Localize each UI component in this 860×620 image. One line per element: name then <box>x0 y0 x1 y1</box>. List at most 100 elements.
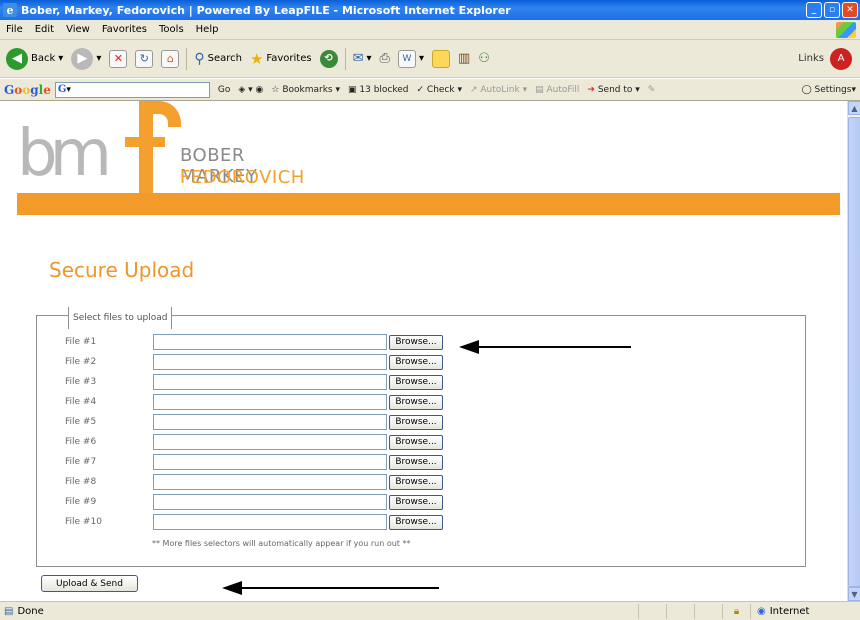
mail-button[interactable]: ✉ ▾ <box>349 44 376 74</box>
vertical-scrollbar[interactable]: ▲ ▼ <box>847 101 860 601</box>
browse-button[interactable]: Browse... <box>389 354 443 370</box>
file-path-input[interactable] <box>153 454 387 470</box>
menu-view[interactable]: View <box>60 24 96 35</box>
file-label: File #2 <box>65 357 97 367</box>
search-icon: ⚲ <box>194 50 205 67</box>
google-go-button[interactable]: Go <box>218 85 230 95</box>
search-button[interactable]: ⚲ Search <box>190 44 246 74</box>
send-arrow-icon: ➜ <box>587 84 598 95</box>
scroll-thumb[interactable] <box>848 117 860 587</box>
fieldset-legend: Select files to upload <box>68 307 173 329</box>
zone-label: Internet <box>769 605 810 617</box>
chevron-down-icon: ▾ <box>58 53 64 64</box>
file-path-input[interactable] <box>153 474 387 490</box>
file-path-input[interactable] <box>153 334 387 350</box>
back-button[interactable]: ◀ Back ▾ <box>2 44 67 74</box>
research-button[interactable]: ▥ <box>454 44 474 74</box>
star-outline-icon: ☆ <box>271 84 283 95</box>
autofill-button[interactable]: ▤ AutoFill <box>535 85 579 95</box>
discuss-button[interactable] <box>428 44 454 74</box>
windows-logo-icon <box>836 21 856 38</box>
browse-button[interactable]: Browse... <box>389 374 443 390</box>
minimize-button[interactable]: _ <box>806 2 822 18</box>
bmf-logo: bm BOBER MARKEY FEDOROVICH <box>17 101 312 193</box>
page-content: bm BOBER MARKEY FEDOROVICH Secure Upload… <box>0 101 847 601</box>
file-row: File #1 Browse... <box>65 332 443 352</box>
sendto-button[interactable]: ➜ Send to ▾ <box>587 85 639 95</box>
highlight-icon[interactable]: ✎ <box>648 85 656 95</box>
file-label: File #1 <box>65 337 97 347</box>
file-path-input[interactable] <box>153 494 387 510</box>
home-button[interactable]: ⌂ <box>157 44 183 74</box>
printer-icon: ⎙ <box>379 51 390 66</box>
window-title: Bober, Markey, Fedorovich | Powered By L… <box>21 3 511 17</box>
menu-edit[interactable]: Edit <box>29 24 60 35</box>
popup-blocked-button[interactable]: ▣ 13 blocked <box>348 85 409 95</box>
logo-f-bar <box>125 137 165 147</box>
history-button[interactable]: ⟲ <box>316 44 342 74</box>
file-path-input[interactable] <box>153 394 387 410</box>
file-label: File #8 <box>65 477 97 487</box>
favorites-label: Favorites <box>266 53 312 64</box>
bookmarks-button[interactable]: ☆ Bookmarks ▾ <box>271 85 340 95</box>
settings-button[interactable]: ◯ Settings▾ <box>802 85 856 95</box>
stop-button[interactable]: ✕ <box>105 44 131 74</box>
browse-button[interactable]: Browse... <box>389 334 443 350</box>
file-label: File #7 <box>65 457 97 467</box>
browse-button[interactable]: Browse... <box>389 514 443 530</box>
scroll-up-icon[interactable]: ▲ <box>848 101 860 115</box>
file-label: File #3 <box>65 377 97 387</box>
file-label: File #9 <box>65 497 97 507</box>
upload-send-button[interactable]: Upload & Send <box>41 575 138 592</box>
lock-icon: 🔒︎ <box>722 603 750 619</box>
scroll-down-icon[interactable]: ▼ <box>848 587 860 601</box>
security-zone: ◉ Internet <box>750 603 860 619</box>
file-label: File #4 <box>65 397 97 407</box>
chevron-down-icon: ▾ <box>96 53 102 64</box>
print-button[interactable]: ⎙ <box>376 44 394 74</box>
browse-button[interactable]: Browse... <box>389 454 443 470</box>
refresh-icon: ↻ <box>135 49 154 68</box>
browser-toolbar: ◀ Back ▾ ▶ ▾ ✕ ↻ ⌂ ⚲ Search ★ Favorites … <box>0 40 860 78</box>
header-accent-bar <box>17 193 840 215</box>
file-path-input[interactable] <box>153 414 387 430</box>
forward-button[interactable]: ▶ ▾ <box>67 44 105 74</box>
menu-help[interactable]: Help <box>190 24 225 35</box>
refresh-button[interactable]: ↻ <box>131 44 157 74</box>
menu-file[interactable]: File <box>0 24 29 35</box>
browse-button[interactable]: Browse... <box>389 414 443 430</box>
browse-button[interactable]: Browse... <box>389 494 443 510</box>
menu-tools[interactable]: Tools <box>153 24 190 35</box>
sendto-label: Send to <box>597 84 633 95</box>
maximize-button[interactable]: ▫ <box>824 2 840 18</box>
status-done-label: Done <box>17 605 44 617</box>
logo-monogram: bm <box>17 117 112 191</box>
file-path-input[interactable] <box>153 374 387 390</box>
edit-button[interactable]: W ▾ <box>394 44 428 74</box>
file-row: File #10 Browse... <box>65 512 443 532</box>
page-icon: ▤ <box>4 605 14 617</box>
google-tools-icons[interactable]: ◈ ▾ ◉ <box>238 85 263 95</box>
bookmarks-label: Bookmarks <box>282 84 333 95</box>
messenger-button[interactable]: ⚇ <box>474 44 494 74</box>
acrobat-icon[interactable]: A <box>830 47 852 70</box>
spell-check-button[interactable]: ✓ Check ▾ <box>417 85 462 95</box>
browse-button[interactable]: Browse... <box>389 474 443 490</box>
file-path-input[interactable] <box>153 354 387 370</box>
file-row: File #9 Browse... <box>65 492 443 512</box>
status-cell <box>694 603 722 619</box>
browse-button[interactable]: Browse... <box>389 434 443 450</box>
links-label[interactable]: Links <box>798 53 824 64</box>
favorites-button[interactable]: ★ Favorites <box>246 44 316 74</box>
close-button[interactable]: ✕ <box>842 2 858 18</box>
google-search-input[interactable]: G ▾ <box>54 81 210 98</box>
home-icon: ⌂ <box>161 49 180 68</box>
autolink-button[interactable]: ↗ AutoLink ▾ <box>470 85 527 95</box>
file-path-input[interactable] <box>153 514 387 530</box>
file-row: File #5 Browse... <box>65 412 443 432</box>
settings-label: Settings <box>814 84 852 95</box>
file-path-input[interactable] <box>153 434 387 450</box>
browse-button[interactable]: Browse... <box>389 394 443 410</box>
globe-icon: ◉ <box>757 605 766 617</box>
menu-favorites[interactable]: Favorites <box>96 24 153 35</box>
